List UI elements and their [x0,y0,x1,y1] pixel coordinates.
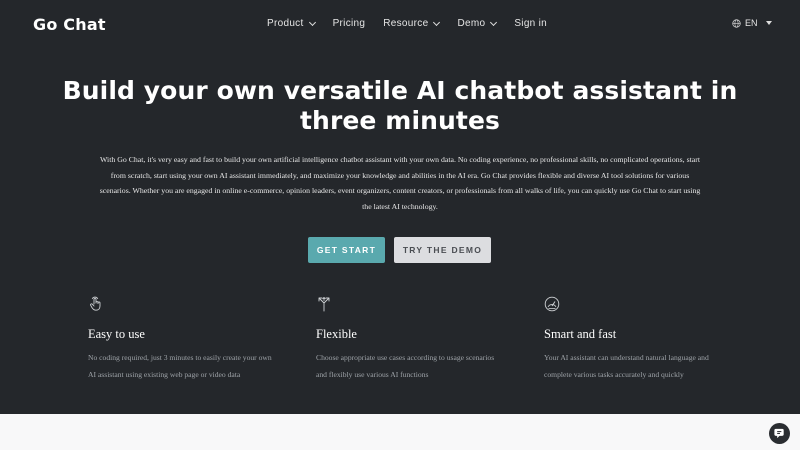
feature-smart-and-fast: Smart and fast Your AI assistant can und… [544,296,734,383]
language-label: EN [745,18,758,28]
footer-band [0,414,800,450]
nav-item-label: Product [267,18,304,29]
brand-logo[interactable]: Go Chat [33,15,106,34]
gauge-icon [544,296,560,312]
nav-item-resource[interactable]: Resource [383,18,441,29]
chevron-down-icon [433,18,441,26]
chat-widget-button[interactable] [769,423,790,444]
main-menu: Product Pricing Resource Demo Sign in [267,18,565,29]
nav-item-demo[interactable]: Demo [457,18,498,29]
hero-description: With Go Chat, it's very easy and fast to… [99,155,701,211]
chat-logo-icon [774,428,784,439]
caret-down-icon [765,21,772,25]
hero-title-line2: three minutes [300,106,500,135]
try-demo-button[interactable]: TRY THE DEMO [394,237,491,263]
nav-item-label: Demo [457,18,486,29]
feature-title: Easy to use [88,327,145,341]
arrows-split-icon [318,297,330,312]
nav-item-product[interactable]: Product [267,18,316,29]
feature-description: No coding required, just 3 minutes to ea… [88,353,272,379]
nav-item-label: Resource [383,18,429,29]
chevron-down-icon [308,18,316,26]
nav-item-sign-in[interactable]: Sign in [514,18,547,29]
hand-pointer-icon [90,296,101,311]
language-selector[interactable]: EN [732,18,772,28]
feature-description: Your AI assistant can understand natural… [544,353,709,379]
hero-title-line1: Build your own versatile AI chatbot assi… [62,76,738,105]
top-navigation: Go Chat Product Pricing Resource Demo Si… [0,0,800,50]
feature-title: Flexible [316,327,357,341]
get-start-button[interactable]: GET START [308,237,385,263]
feature-flexible: Flexible Choose appropriate use cases ac… [316,296,506,383]
nav-item-pricing[interactable]: Pricing [333,18,366,29]
chevron-down-icon [490,18,498,26]
globe-icon [732,18,741,28]
feature-easy-to-use: Easy to use No coding required, just 3 m… [88,296,278,383]
hero-title: Build your own versatile AI chatbot assi… [0,76,800,136]
nav-item-label: Sign in [514,18,548,29]
feature-description: Choose appropriate use cases according t… [316,353,495,379]
feature-title: Smart and fast [544,327,617,341]
nav-item-label: Pricing [332,18,366,29]
